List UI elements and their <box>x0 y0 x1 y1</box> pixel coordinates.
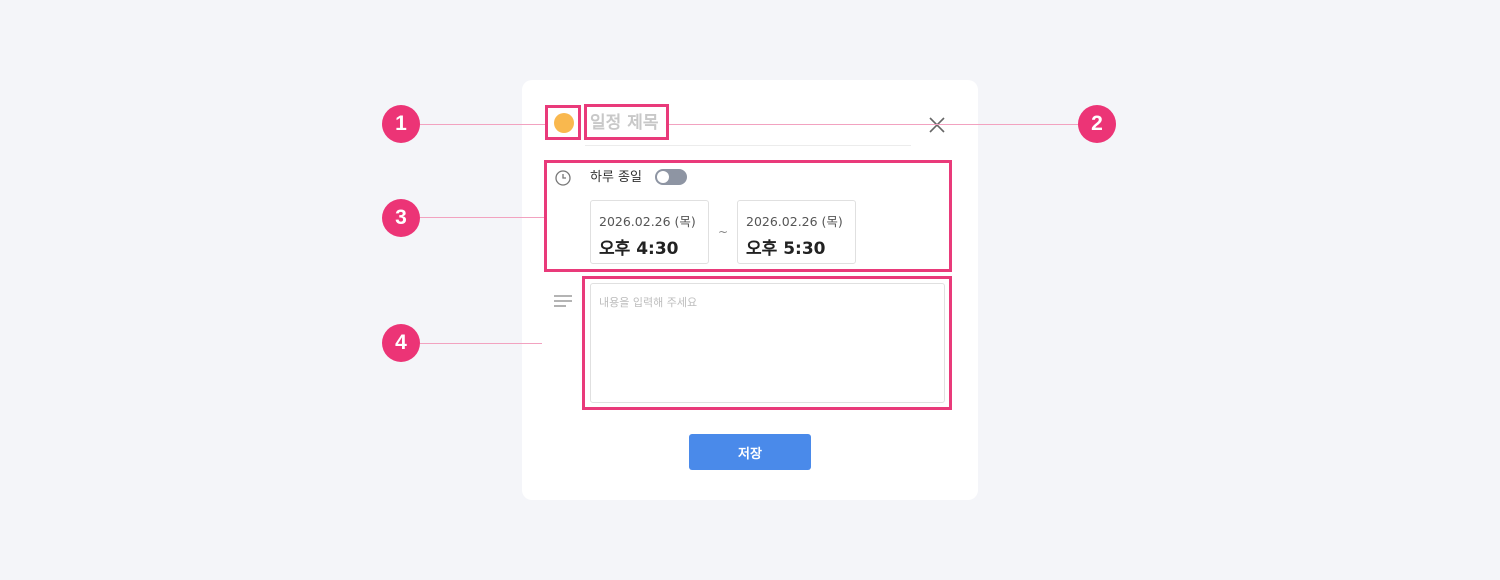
start-date: 2026.02.26 (목) <box>599 214 696 229</box>
memo-lines-icon <box>554 295 572 307</box>
title-underline <box>585 145 911 146</box>
leader-line-3 <box>420 217 544 218</box>
end-date: 2026.02.26 (목) <box>746 214 843 229</box>
close-icon[interactable] <box>927 115 947 135</box>
clock-icon <box>555 170 571 186</box>
event-title-input[interactable] <box>590 110 890 136</box>
leader-line-2 <box>669 124 1079 125</box>
annotation-badge-2: 2 <box>1078 105 1116 143</box>
save-button[interactable]: 저장 <box>689 434 811 470</box>
leader-line-1 <box>420 124 545 125</box>
end-time: 오후 5:30 <box>746 239 826 259</box>
start-time: 오후 4:30 <box>599 239 679 259</box>
allday-toggle[interactable] <box>655 169 687 185</box>
annotation-badge-3: 3 <box>382 199 420 237</box>
allday-label: 하루 종일 <box>590 170 642 185</box>
memo-textarea[interactable] <box>590 283 945 403</box>
datetime-separator: ~ <box>718 225 729 239</box>
toggle-knob <box>657 171 669 183</box>
event-color-picker[interactable] <box>554 113 574 133</box>
annotation-badge-1: 1 <box>382 105 420 143</box>
leader-line-4 <box>420 343 542 344</box>
start-datetime-picker[interactable]: 2026.02.26 (목) 오후 4:30 <box>590 200 709 264</box>
annotation-badge-4: 4 <box>382 324 420 362</box>
end-datetime-picker[interactable]: 2026.02.26 (목) 오후 5:30 <box>737 200 856 264</box>
